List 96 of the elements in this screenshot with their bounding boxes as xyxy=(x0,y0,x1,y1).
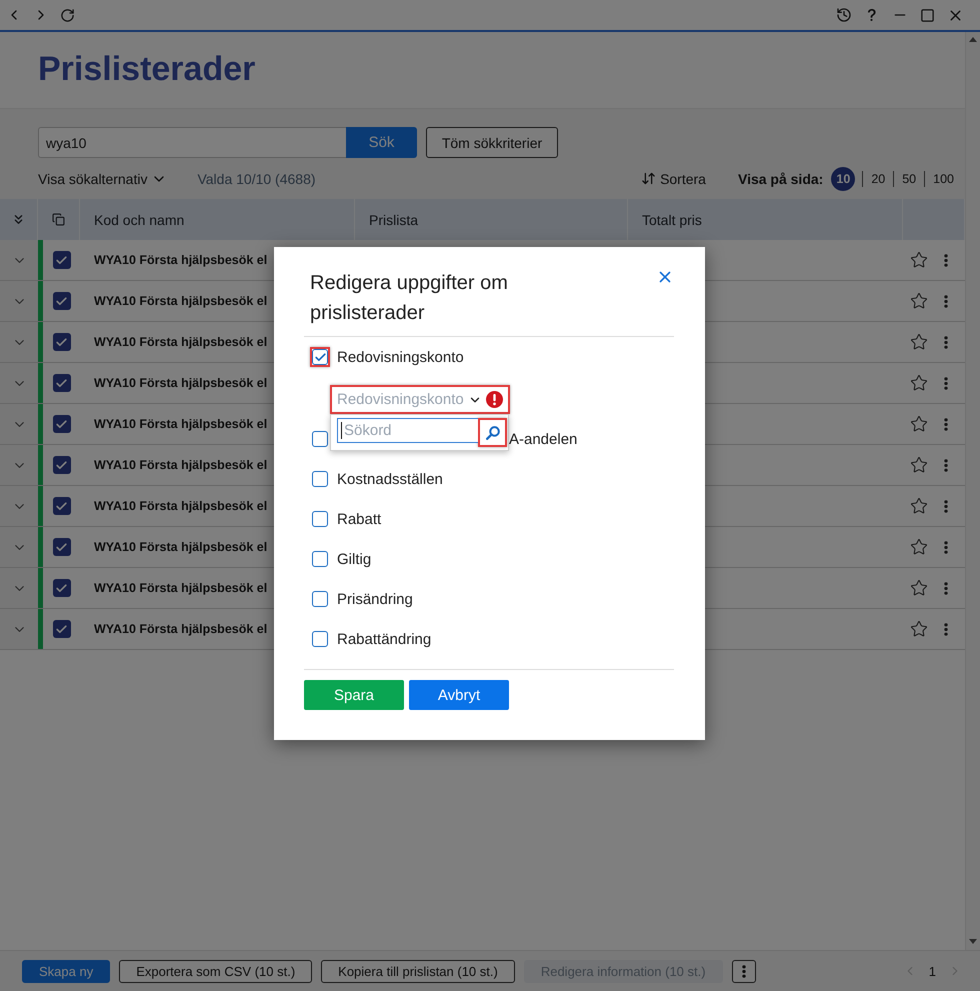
page-size-option[interactable]: 50 xyxy=(901,166,918,190)
search-field[interactable]: Sökord xyxy=(337,418,478,443)
star-icon[interactable] xyxy=(910,415,928,433)
sort-button[interactable]: Sortera xyxy=(641,170,706,186)
row-checkbox[interactable] xyxy=(52,620,70,638)
more-icon xyxy=(742,964,746,978)
row-title: WYA10 Första hjälpsbesök el xyxy=(94,417,268,431)
history-icon[interactable] xyxy=(836,7,852,23)
option-checkbox[interactable] xyxy=(312,511,328,527)
option-label: Giltig xyxy=(337,550,372,568)
check-icon xyxy=(55,500,68,512)
dialog-title: Redigera uppgifter om prislisterader xyxy=(310,271,509,326)
more-icon[interactable] xyxy=(944,254,948,266)
save-button[interactable]: Spara xyxy=(304,680,404,710)
star-icon[interactable] xyxy=(910,497,928,515)
text-cursor xyxy=(341,422,342,439)
row-title: WYA10 Första hjälpsbesök el xyxy=(94,294,268,308)
row-title: WYA10 Första hjälpsbesök el xyxy=(94,540,268,554)
check-icon xyxy=(314,350,326,364)
option-checkbox[interactable] xyxy=(312,551,328,567)
select-all-icon[interactable] xyxy=(52,213,65,226)
row-title: WYA10 Första hjälpsbesök el xyxy=(94,376,268,390)
option-checkbox[interactable] xyxy=(312,431,328,447)
check-icon xyxy=(55,458,68,472)
option-label: Prisändring xyxy=(337,590,413,608)
option-label: Rabatt xyxy=(337,510,382,528)
option-label: Rabattändring xyxy=(337,630,432,648)
check-icon xyxy=(55,582,68,594)
more-icon[interactable] xyxy=(944,582,948,594)
search-button[interactable]: Sök xyxy=(346,127,417,158)
account-dropdown[interactable]: Redovisningskonto xyxy=(332,387,508,412)
clear-button[interactable]: Töm sökkriterier xyxy=(426,127,558,158)
sort-icon xyxy=(641,171,656,186)
action-button[interactable]: Exportera som CSV (10 st.) xyxy=(119,960,312,982)
more-icon[interactable] xyxy=(944,540,948,554)
option-label: Kostnadsställen xyxy=(337,470,443,488)
row-checkbox[interactable] xyxy=(52,292,70,310)
row-checkbox[interactable] xyxy=(52,579,70,597)
option-checkbox[interactable] xyxy=(312,631,328,647)
check-icon xyxy=(55,418,68,430)
row-title: WYA10 Första hjälpsbesök el xyxy=(94,499,268,513)
row-checkbox[interactable] xyxy=(52,251,70,269)
star-icon[interactable] xyxy=(910,579,928,597)
option-checkbox[interactable] xyxy=(312,591,328,607)
more-icon[interactable] xyxy=(944,500,948,512)
reload-icon[interactable] xyxy=(60,8,75,22)
row-checkbox[interactable] xyxy=(52,538,70,556)
star-icon[interactable] xyxy=(910,333,928,351)
action-button[interactable]: Kopiera till prislistan (10 st.) xyxy=(321,960,515,982)
more-button[interactable] xyxy=(732,960,756,982)
check-icon xyxy=(55,540,68,554)
more-icon[interactable] xyxy=(944,458,948,472)
page-title: Prislisterader xyxy=(38,51,256,89)
maximize-icon[interactable] xyxy=(920,8,935,22)
check-icon xyxy=(55,336,68,348)
row-checkbox[interactable] xyxy=(52,456,70,474)
more-icon[interactable] xyxy=(944,376,948,390)
page-size-option[interactable]: 100 xyxy=(932,166,955,190)
check-icon xyxy=(55,622,68,636)
star-icon[interactable] xyxy=(910,292,928,310)
search-options-toggle[interactable]: Visa sökalternativ xyxy=(38,170,168,186)
check-icon xyxy=(55,294,68,308)
row-title: WYA10 Första hjälpsbesök el xyxy=(94,335,268,349)
page-size-option[interactable]: 20 xyxy=(870,166,886,190)
star-icon[interactable] xyxy=(910,620,928,638)
action-button[interactable]: Skapa ny xyxy=(22,960,110,982)
row-title: WYA10 Första hjälpsbesök el xyxy=(94,581,268,595)
cancel-button[interactable]: Avbryt xyxy=(409,680,509,710)
star-icon[interactable] xyxy=(910,538,928,556)
more-icon[interactable] xyxy=(944,336,948,348)
page-number: 1 xyxy=(928,964,937,978)
selection-summary: Valda 10/10 (4688) xyxy=(197,170,316,186)
more-icon[interactable] xyxy=(944,294,948,308)
star-icon[interactable] xyxy=(910,374,928,392)
row-checkbox[interactable] xyxy=(52,415,70,433)
row-checkbox[interactable] xyxy=(52,333,70,351)
scroll-down-icon[interactable] xyxy=(969,939,977,944)
star-icon[interactable] xyxy=(910,251,928,269)
search-field[interactable]: wya10 xyxy=(38,127,346,158)
star-icon[interactable] xyxy=(910,456,928,474)
row-title: WYA10 Första hjälpsbesök el xyxy=(94,253,268,267)
check-icon xyxy=(55,376,68,390)
row-checkbox[interactable] xyxy=(52,374,70,392)
option-label: Redovisningskonto xyxy=(337,348,464,366)
option-label: A-andelen xyxy=(509,430,578,448)
more-icon[interactable] xyxy=(944,418,948,430)
scroll-up-icon[interactable] xyxy=(969,37,977,42)
more-icon[interactable] xyxy=(944,622,948,636)
row-checkbox[interactable] xyxy=(52,497,70,515)
page-size-label: Visa på sida: xyxy=(738,170,824,186)
search-icon xyxy=(486,426,500,440)
page-size-option[interactable]: 10 xyxy=(831,166,856,190)
row-title: WYA10 Första hjälpsbesök el xyxy=(94,458,268,472)
option-checkbox[interactable] xyxy=(312,471,328,487)
row-title: WYA10 Första hjälpsbesök el xyxy=(94,622,268,636)
check-icon xyxy=(55,254,68,266)
